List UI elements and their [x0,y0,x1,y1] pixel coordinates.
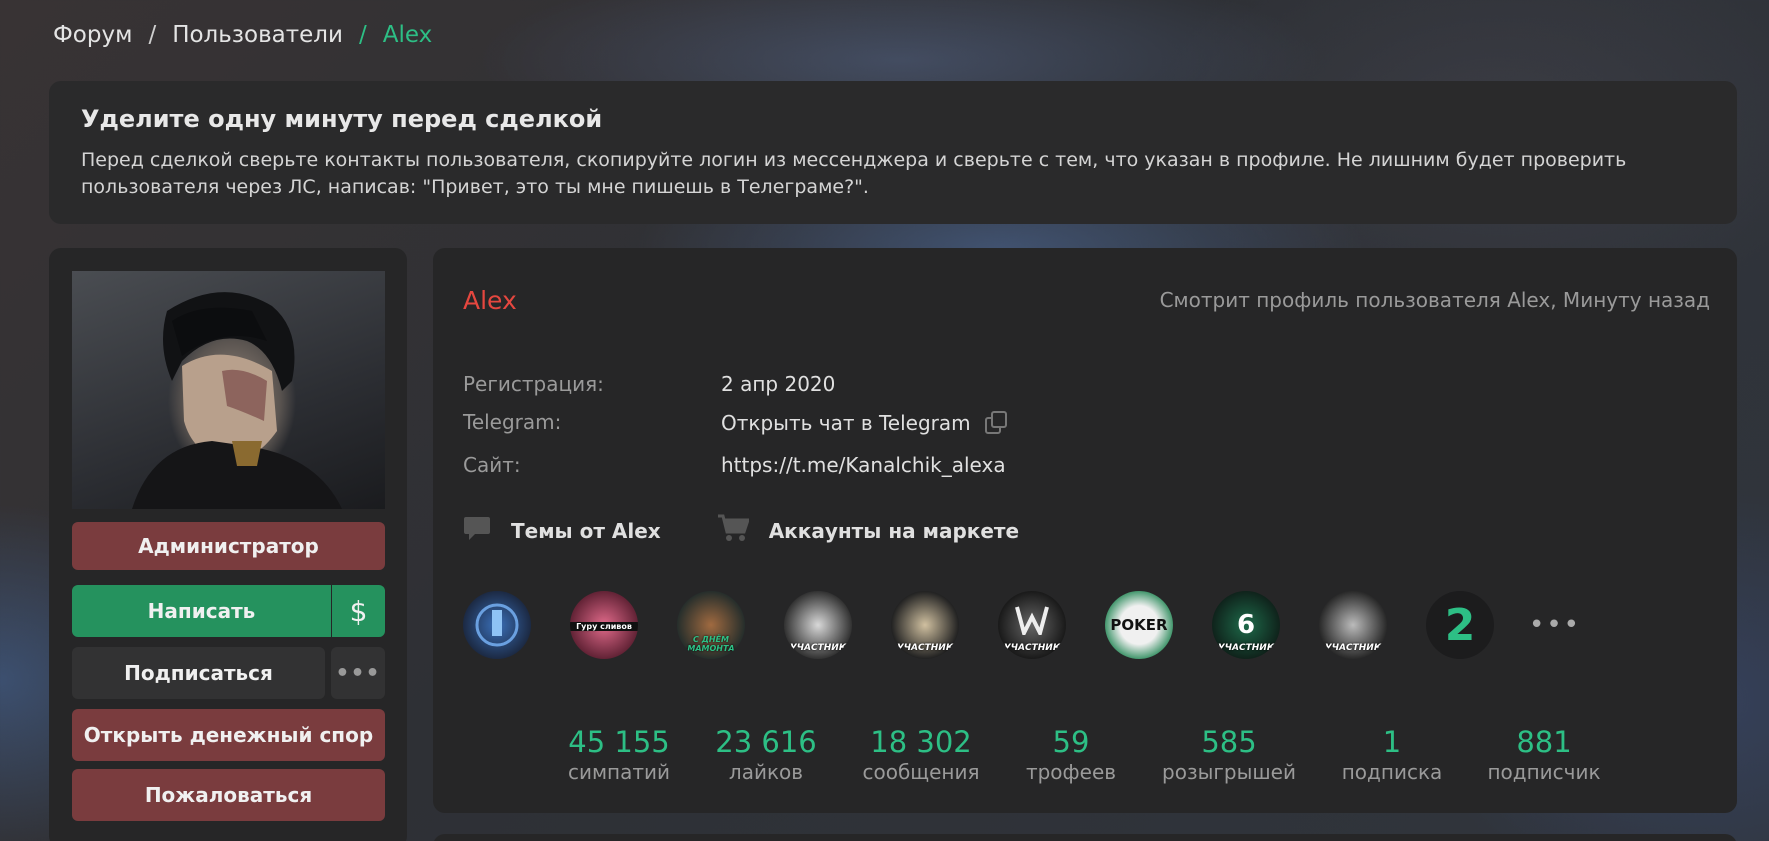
notice-text: Перед сделкой сверьте контакты пользоват… [81,147,1705,201]
telegram-link[interactable]: Открыть чат в Telegram [721,411,971,435]
cart-icon [717,514,750,547]
trophy-guru-icon[interactable]: Гуру сливов [570,591,638,659]
site-label: Сайт: [463,453,521,477]
stat-subscriptions[interactable]: 1 подписка [1342,726,1443,784]
market-link-label: Аккаунты на маркете [768,518,1020,543]
trophy-curator-icon[interactable]: 2 [1426,591,1494,659]
telegram-row: Telegram: Открыть чат в Telegram [463,410,1009,436]
trophy-mammoth-icon[interactable]: С ДНЁМ МАМОНТА [677,591,745,659]
stat-trophies[interactable]: 59 трофеев [1026,726,1116,784]
topics-link[interactable]: Темы от Alex [463,514,661,547]
trophy-roblox-icon[interactable]: УЧАСТНИК [1319,591,1387,659]
viewing-status: Смотрит профиль пользователя Alex, Минут… [1159,288,1710,312]
breadcrumb-users[interactable]: Пользователи [172,22,343,48]
breadcrumb: Форум / Пользователи / Alex [53,22,432,48]
profile-main: Alex Смотрит профиль пользователя Alex, … [433,248,1737,813]
trophy-poker-icon[interactable]: POKER [1105,591,1173,659]
registration-value: 2 апр 2020 [721,372,836,396]
trophy-award-icon[interactable] [463,591,531,659]
trophy-clash-royale-icon[interactable]: УЧАСТНИК [784,591,852,659]
breadcrumb-forum[interactable]: Форум [53,22,132,48]
next-card-edge [433,834,1737,841]
notice-text-line1: Перед сделкой сверьте контакты пользоват… [81,149,1627,171]
trophy-list: Гуру сливов С ДНЁМ МАМОНТА УЧАСТНИК УЧАС… [463,591,1581,659]
write-message-button[interactable]: Написать [72,585,331,637]
deal-notice: Уделите одну минуту перед сделкой Перед … [49,81,1737,224]
telegram-label: Telegram: [463,410,562,434]
registration-label: Регистрация: [463,372,604,396]
breadcrumb-separator: / [148,22,157,48]
trophy-rainbow-six-icon[interactable]: 6 УЧАСТНИК [1212,591,1280,659]
report-button[interactable]: Пожаловаться [72,769,385,821]
more-options-button[interactable]: ••• [331,647,385,699]
avatar[interactable] [72,271,385,509]
send-money-button[interactable]: $ [332,585,385,637]
stat-followers[interactable]: 881 подписчик [1487,726,1600,784]
stat-messages[interactable]: 18 302 сообщения [862,726,979,784]
trophy-monopoly-icon[interactable]: УЧАСТНИК [891,591,959,659]
role-badge: Администратор [72,522,385,570]
telegram-value-wrap: Открыть чат в Telegram [721,410,1009,436]
notice-title: Уделите одну минуту перед сделкой [81,105,603,133]
profile-username: Alex [463,286,517,315]
topics-link-label: Темы от Alex [511,518,661,543]
stat-likes-received[interactable]: 45 155 симпатий [568,726,670,784]
subscribe-button[interactable]: Подписаться [72,647,325,699]
stat-giveaways[interactable]: 585 розыгрышей [1162,726,1296,784]
stat-likes[interactable]: 23 616 лайков [715,726,816,784]
site-link[interactable]: https://t.me/Kanalchik_alexa [721,453,1006,477]
profile-sidebar: Администратор Написать $ Подписаться •••… [49,248,407,841]
site-row: Сайт: https://t.me/Kanalchik_alexa [463,453,1006,477]
profile-links: Темы от Alex Аккаунты на маркете [463,514,1019,547]
registration-row: Регистрация: 2 апр 2020 [463,372,835,396]
trophies-more-button[interactable]: ••• [1529,610,1581,640]
market-link[interactable]: Аккаунты на маркете [717,514,1019,547]
notice-text-line2: пользователя через ЛС, написав: "Привет,… [81,176,869,198]
copy-icon[interactable] [983,410,1009,436]
breadcrumb-separator: / [358,22,367,48]
trophy-warface-icon[interactable]: УЧАСТНИК [998,591,1066,659]
breadcrumb-current: Alex [382,22,433,48]
open-dispute-button[interactable]: Открыть денежный спор [72,709,385,761]
chat-bubble-icon [463,515,491,546]
